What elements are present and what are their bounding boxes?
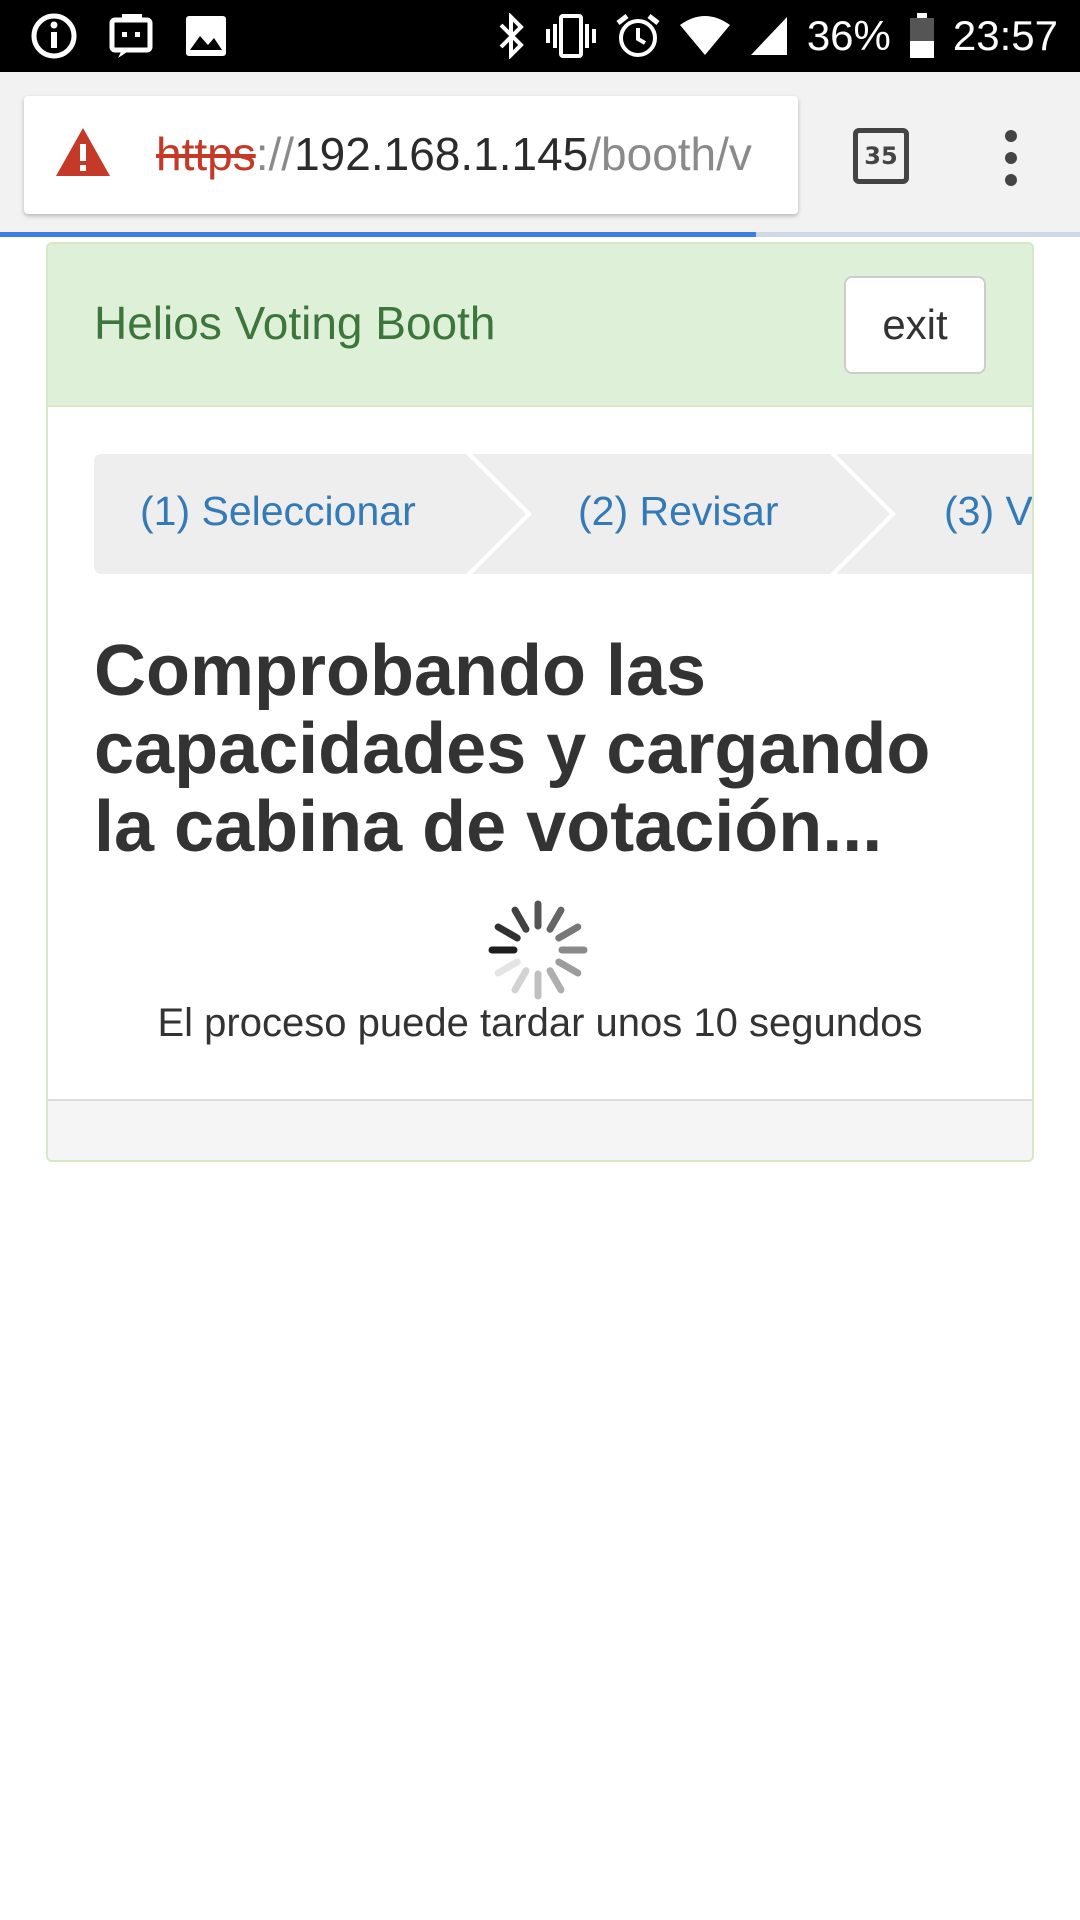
image-icon xyxy=(184,14,228,58)
loading-heading: Comprobando las capacidades y cargando l… xyxy=(94,631,931,867)
tab-count: 35 xyxy=(864,142,898,170)
progress-steps: (1) Seleccionar (2) Revisar (3) Votar xyxy=(94,454,1032,574)
url-path: /booth/v xyxy=(588,128,752,180)
url-text[interactable]: https://192.168.1.145/booth/v xyxy=(156,124,752,184)
booth-title: Helios Voting Booth xyxy=(94,297,496,349)
signal-icon xyxy=(749,15,789,57)
bluetooth-icon xyxy=(497,13,527,59)
alarm-icon xyxy=(615,13,661,59)
booth-panel: Helios Voting Booth exit (1) Seleccionar… xyxy=(46,242,1034,1162)
clock: 23:57 xyxy=(952,12,1058,59)
url-bar[interactable]: https://192.168.1.145/booth/v xyxy=(24,96,798,214)
url-separator: :// xyxy=(255,128,295,180)
step-vote: (3) Votar xyxy=(836,454,1032,574)
notification-icon xyxy=(108,12,154,60)
step-vote-label: (3) Votar xyxy=(944,488,1032,534)
spinner-tick xyxy=(546,906,565,933)
status-bar: 36% 23:57 xyxy=(0,0,1080,72)
step-select-label: (1) Seleccionar xyxy=(140,488,416,534)
wifi-icon xyxy=(679,15,731,57)
loading-spinner-icon xyxy=(488,900,588,1000)
booth-header: Helios Voting Booth exit xyxy=(48,244,1032,407)
battery-percentage: 36% xyxy=(806,12,891,59)
spinner-tick xyxy=(511,967,530,994)
info-icon xyxy=(30,12,78,60)
overflow-menu-icon[interactable] xyxy=(996,128,1026,188)
spinner-tick xyxy=(494,958,521,977)
step-select: (1) Seleccionar xyxy=(94,454,529,574)
url-host: 192.168.1.145 xyxy=(294,128,589,180)
booth-footer xyxy=(48,1099,1032,1160)
battery-icon xyxy=(909,13,935,59)
spinner-tick xyxy=(511,906,530,933)
step-review-label: (2) Revisar xyxy=(578,488,779,534)
vibrate-icon xyxy=(545,14,597,58)
browser-toolbar: https://192.168.1.145/booth/v 35 xyxy=(0,72,1080,237)
url-scheme: https xyxy=(156,128,256,180)
spinner-tick xyxy=(555,958,582,977)
page-load-progress-fill xyxy=(0,232,756,237)
spinner-tick xyxy=(546,967,565,994)
security-warning-icon[interactable] xyxy=(54,126,112,183)
page-load-progress xyxy=(0,232,1080,237)
tab-switcher-button[interactable]: 35 xyxy=(853,128,909,184)
spinner-tick xyxy=(555,923,582,942)
spinner-tick xyxy=(494,923,521,942)
exit-button[interactable]: exit xyxy=(844,276,986,374)
loading-note: El proceso puede tardar unos 10 segundos xyxy=(157,1001,923,1045)
